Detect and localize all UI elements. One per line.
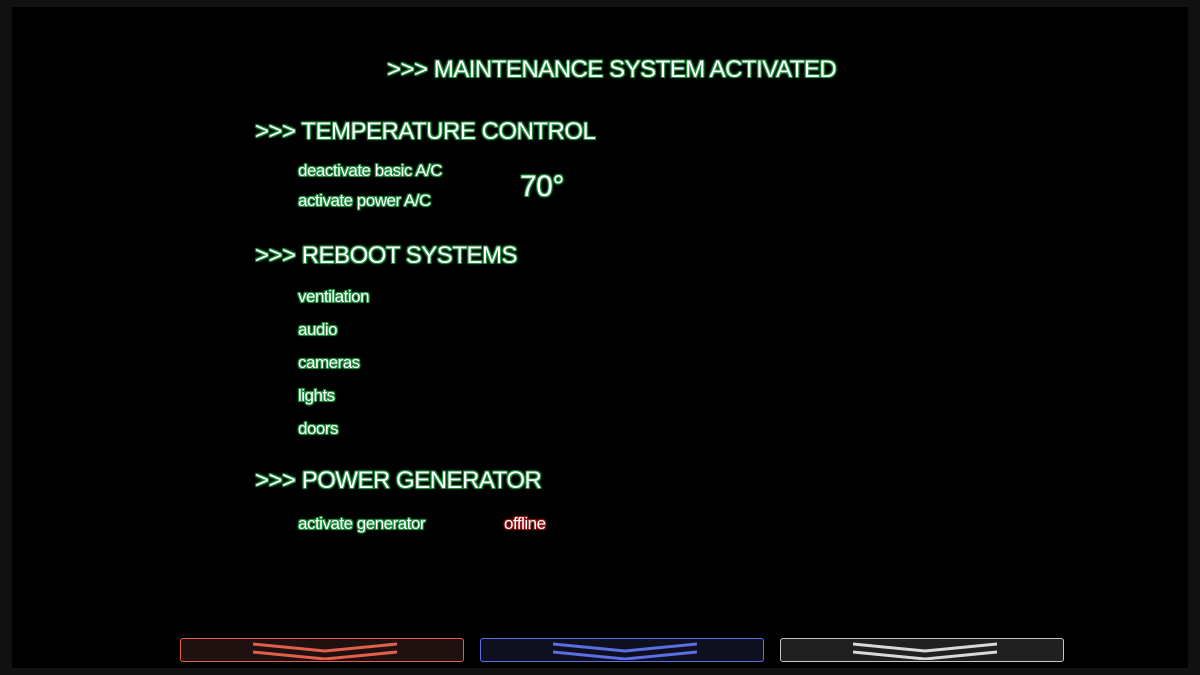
- page-title: >>> MAINTENANCE SYSTEM ACTIVATED: [387, 56, 837, 83]
- deactivate-basic-ac-option[interactable]: deactivate basic A/C: [298, 161, 443, 181]
- activate-power-ac-option[interactable]: activate power A/C: [298, 191, 431, 211]
- section-heading-generator: >>> POWER GENERATOR: [255, 467, 542, 494]
- section-heading-reboot: >>> REBOOT SYSTEMS: [255, 242, 517, 269]
- reboot-doors-option[interactable]: doors: [298, 419, 339, 439]
- reboot-cameras-option[interactable]: cameras: [298, 353, 360, 373]
- section-heading-temperature: >>> TEMPERATURE CONTROL: [255, 118, 596, 145]
- reboot-audio-option[interactable]: audio: [298, 320, 338, 340]
- temperature-readout: 70°: [520, 170, 564, 203]
- reboot-ventilation-option[interactable]: ventilation: [298, 287, 370, 307]
- activate-generator-option[interactable]: activate generator: [298, 514, 426, 534]
- reboot-lights-option[interactable]: lights: [298, 386, 335, 406]
- chevron-down-icon: [553, 642, 697, 660]
- white-panel-button[interactable]: [780, 638, 1064, 662]
- chevron-down-icon: [253, 642, 397, 660]
- red-panel-button[interactable]: [180, 638, 464, 662]
- generator-status: offline: [504, 514, 546, 533]
- maintenance-screen: [12, 7, 1188, 668]
- chevron-down-icon: [853, 642, 997, 660]
- blue-panel-button[interactable]: [480, 638, 764, 662]
